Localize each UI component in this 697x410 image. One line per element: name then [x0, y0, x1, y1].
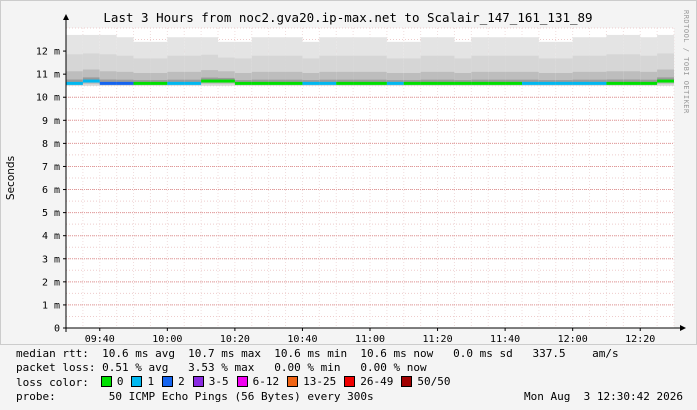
- x-axis-arrow: [680, 325, 686, 331]
- y-tick-label: 8 m: [42, 139, 60, 150]
- legend-label: 1: [147, 375, 155, 388]
- y-tick-label: 5 m: [42, 208, 60, 219]
- x-tick-labels: 09:40 10:00 10:20 10:40 11:00 11:20 11:40 12:00…: [85, 328, 655, 345]
- median-segment: [437, 81, 455, 85]
- x-tick-label: 11:20: [423, 334, 453, 345]
- median-segment: [99, 81, 117, 85]
- legend-swatch: [287, 376, 299, 387]
- packet-loss-stats: packet loss: 0.51 % avg 3.53 % max 0.00 …: [16, 361, 427, 374]
- legend-items: 0 1 2 3-5 6-12 13-25 26-49 50/50: [100, 375, 459, 390]
- legend-item: 0: [100, 375, 124, 388]
- median-segment: [606, 81, 624, 85]
- legend-swatch: [344, 376, 356, 387]
- legend-swatch: [162, 376, 174, 387]
- y-tick-label: 9 m: [42, 116, 60, 127]
- median-segment: [234, 81, 252, 85]
- smoke-band: [66, 34, 674, 86]
- legend-item: 2: [162, 375, 185, 388]
- median-segment: [454, 81, 472, 85]
- median-segment: [201, 79, 218, 83]
- loss-color-label: loss color:: [16, 376, 89, 389]
- median-segment: [370, 81, 387, 85]
- y-tick-label: 4 m: [42, 231, 60, 242]
- y-axis-arrow: [63, 14, 69, 20]
- legend-item: 26-49: [344, 375, 393, 388]
- x-tick-label: 12:00: [558, 334, 588, 345]
- loss-color-legend: loss color: 0 1 2 3-5 6-12 13-25 26-49 50/50: [16, 375, 458, 390]
- chart-title: Last 3 Hours from noc2.gva20.ip-max.net …: [103, 10, 592, 25]
- legend-label: 50/50: [417, 375, 451, 388]
- median-segment: [116, 81, 134, 85]
- median-segment: [640, 81, 658, 85]
- median-segment: [302, 81, 320, 85]
- median-segment: [505, 81, 522, 85]
- y-tick-label: 10 m: [36, 93, 60, 104]
- median-segment: [66, 81, 83, 85]
- x-tick-label: 12:20: [625, 334, 655, 345]
- x-tick-label: 10:40: [287, 334, 317, 345]
- y-tick-label: 0: [54, 324, 60, 335]
- median-segment: [589, 81, 607, 85]
- x-tick-label: 11:40: [490, 334, 520, 345]
- median-segment: [133, 81, 151, 85]
- median-segment: [555, 81, 573, 85]
- median-rtt-stats: median rtt: 10.6 ms avg 10.7 ms max 10.6…: [16, 347, 619, 360]
- timestamp: Mon Aug 3 12:30:42 2026: [524, 390, 683, 403]
- median-segment: [268, 81, 286, 85]
- legend-item: 3-5: [192, 375, 229, 388]
- x-tick-label: 10:20: [220, 334, 250, 345]
- legend-swatch: [401, 376, 413, 387]
- rrdtool-watermark: RRDTOOL / TOBI OETIKER: [682, 10, 690, 114]
- x-tick-label: 10:00: [152, 334, 182, 345]
- median-segment: [184, 81, 202, 85]
- legend-label: 26-49: [360, 375, 394, 388]
- median-segment: [150, 81, 168, 85]
- latency-chart: 0 1 m 2 m 3 m 4 m 5 m 6 m 7 m 8 m 9 m 10 m 11 m 12 m…: [0, 0, 697, 345]
- median-segment: [403, 81, 421, 85]
- legend-swatch: [131, 376, 143, 387]
- median-segment: [420, 81, 438, 85]
- median-segment: [353, 81, 370, 85]
- median-segment: [82, 79, 100, 83]
- median-segment: [285, 81, 303, 85]
- median-segment: [538, 81, 556, 85]
- legend-label: 2: [178, 375, 185, 388]
- median-segment: [336, 81, 354, 85]
- probe-info: probe: 50 ICMP Echo Pings (56 Bytes) eve…: [16, 390, 374, 403]
- y-tick-labels: 0 1 m 2 m 3 m 4 m 5 m 6 m 7 m 8 m 9 m 10 m 11 m 12 m: [36, 47, 66, 335]
- median-segment: [218, 79, 235, 83]
- legend-label: 13-25: [303, 375, 337, 388]
- x-tick-label: 11:00: [355, 334, 385, 345]
- median-segment: [319, 81, 337, 85]
- median-segment: [251, 81, 269, 85]
- median-segment: [167, 81, 185, 85]
- legend-item: 1: [131, 375, 154, 388]
- legend-label: 3-5: [208, 375, 229, 388]
- median-segment: [488, 81, 506, 85]
- y-tick-label: 7 m: [42, 162, 60, 173]
- median-segment: [522, 81, 539, 85]
- y-tick-label: 1 m: [42, 300, 60, 311]
- median-segment: [657, 79, 674, 83]
- legend-swatch: [192, 376, 204, 387]
- legend-swatch: [236, 376, 248, 387]
- y-tick-label: 2 m: [42, 277, 60, 288]
- y-tick-label: 12 m: [36, 47, 60, 58]
- median-segment: [623, 81, 641, 85]
- y-tick-label: 11 m: [36, 70, 60, 81]
- y-tick-label: 3 m: [42, 254, 60, 265]
- y-tick-label: 6 m: [42, 185, 60, 196]
- median-segment: [471, 81, 489, 85]
- legend-item: 6-12: [236, 375, 280, 388]
- legend-label: 6-12: [252, 375, 280, 388]
- x-tick-label: 09:40: [85, 334, 115, 345]
- median-segment: [386, 81, 404, 85]
- legend-item: 13-25: [287, 375, 336, 388]
- y-axis-label: Seconds: [5, 156, 17, 200]
- legend-swatch: [100, 376, 112, 387]
- legend-item: 50/50: [401, 375, 450, 388]
- median-segment: [572, 81, 590, 85]
- legend-label: 0: [116, 375, 124, 388]
- smokeping-graph: 01 m2 m3 m4 m5 m6 m7 m8 m9 m 10 m 11 m 12 m…: [0, 0, 697, 410]
